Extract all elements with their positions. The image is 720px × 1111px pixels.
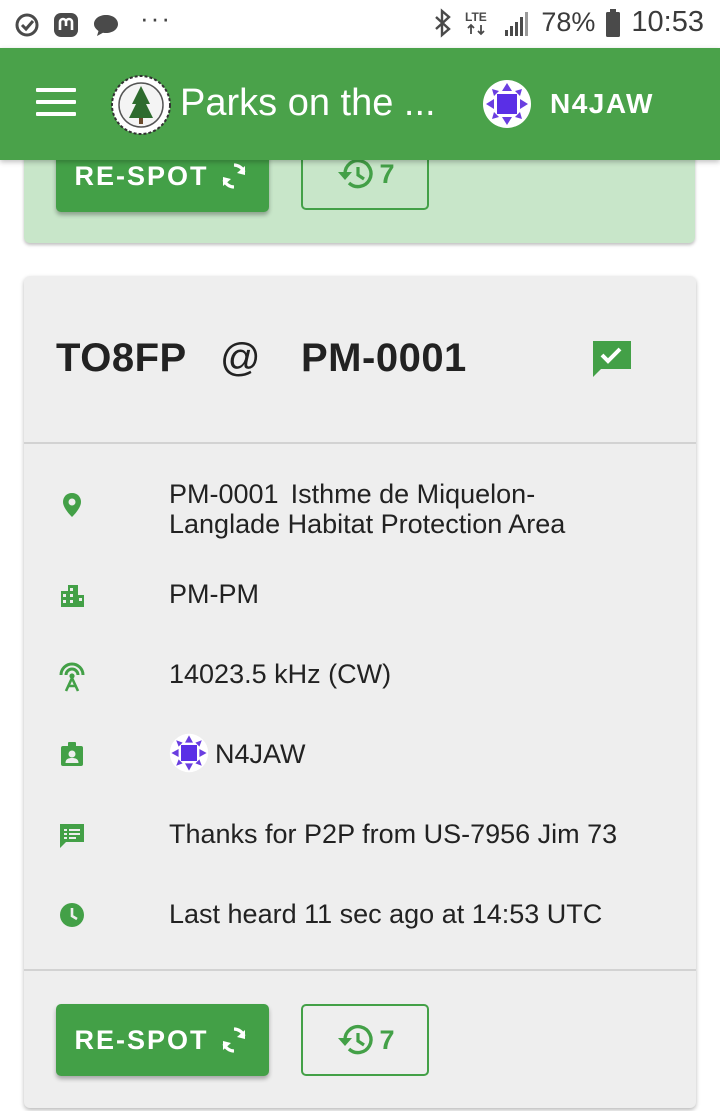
message-check-icon[interactable] [590, 338, 634, 380]
check-circle-icon [15, 13, 39, 36]
clock: 10:53 [631, 6, 704, 38]
pota-logo [111, 75, 171, 135]
badge-icon [61, 742, 83, 766]
respot-label: RE-SPOT [74, 160, 209, 191]
chat-bubble-icon [94, 14, 118, 36]
history-count: 7 [379, 158, 395, 189]
user-callsign[interactable]: N4JAW [550, 88, 654, 120]
app-title: Parks on the ... [180, 82, 436, 124]
status-bar: ··· LTE 78% 10:53 [0, 0, 720, 48]
spot-card: TO8FP @ PM-0001 PM-0001 Isthme de Miquelo… [24, 276, 696, 1108]
history-count: 7 [379, 1024, 395, 1055]
park-ref: PM-0001 [169, 479, 279, 509]
battery-percent: 78% [541, 7, 596, 37]
last-heard-text: Last heard 11 sec ago at 14:53 UTC [169, 899, 603, 929]
menu-icon [36, 88, 76, 92]
respot-button[interactable]: RE-SPOT [56, 1004, 269, 1076]
divider [24, 969, 696, 971]
comment-icon [60, 824, 84, 848]
refresh-icon [222, 163, 245, 189]
location-text: PM-PM [169, 579, 259, 609]
spot-card-header: TO8FP @ PM-0001 [24, 276, 696, 444]
divider [24, 442, 696, 444]
history-icon [338, 1024, 374, 1055]
city-icon [61, 585, 84, 607]
bluetooth-icon [435, 7, 452, 38]
history-button[interactable]: 7 [301, 1004, 429, 1076]
menu-button[interactable] [36, 88, 76, 120]
antenna-icon [59, 662, 85, 692]
lte-icon: LTE [465, 10, 487, 35]
frequency-text[interactable]: 14023.5 kHz (CW) [169, 659, 391, 689]
user-avatar[interactable] [482, 79, 532, 129]
battery-icon [606, 8, 621, 37]
comment-text: Thanks for P2P from US-7956 Jim 73 [169, 819, 618, 849]
refresh-icon [222, 1027, 245, 1053]
respot-label: RE-SPOT [74, 1024, 209, 1055]
app-bar: Parks on the ... N4JAW [0, 48, 720, 160]
spotter-text[interactable]: N4JAW [169, 733, 306, 776]
at-sign: @ [220, 336, 261, 380]
signal-icon [505, 11, 529, 36]
clock-icon [60, 903, 84, 927]
park-text[interactable]: PM-0001 Isthme de Miquelon- Langlade Habi… [169, 479, 565, 539]
park-name-line1: Isthme de Miquelon- [290, 479, 536, 509]
spotter-callsign: N4JAW [215, 739, 306, 770]
svg-text:LTE: LTE [465, 10, 487, 24]
location-pin-icon [63, 493, 81, 517]
activator-callsign[interactable]: TO8FP [56, 336, 187, 381]
spotter-avatar [169, 733, 209, 773]
mastodon-icon [54, 12, 78, 37]
history-icon [338, 158, 374, 189]
park-name-line2: Langlade Habitat Protection Area [169, 509, 566, 539]
park-reference[interactable]: PM-0001 [301, 336, 467, 381]
overflow-dots: ··· [140, 3, 172, 33]
